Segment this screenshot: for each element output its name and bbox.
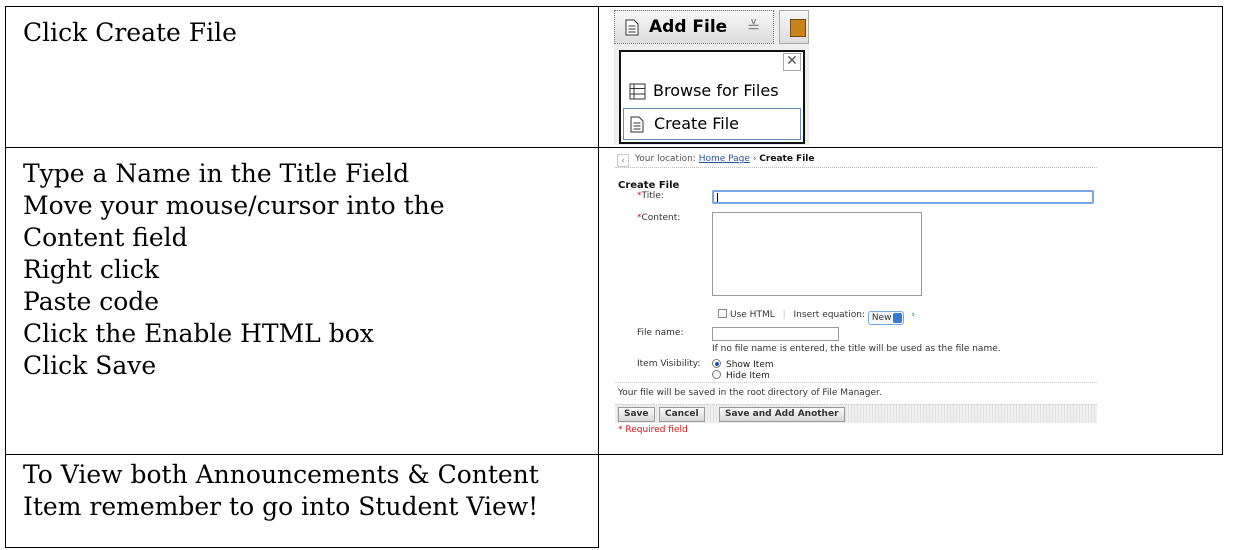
title-label-text: Title: (641, 191, 664, 201)
menu-item-create-file[interactable]: Create File (623, 108, 801, 140)
select-arrow-icon (893, 313, 903, 323)
visibility-label: Item Visibility: (637, 359, 701, 369)
dropdown-caret-icon[interactable]: ≚ (747, 17, 760, 36)
instruction-text: To View both Announcements & Content Ite… (23, 460, 539, 521)
menu-item-browse-for-files[interactable]: Browse for Files (623, 76, 801, 108)
visibility-option-show[interactable]: Show Item (712, 359, 774, 370)
instruction-cell: Click Create File (5, 6, 599, 148)
equation-selected-value: New (871, 313, 892, 323)
next-toolbar-button[interactable] (779, 10, 809, 44)
content-label-text: Content: (641, 213, 681, 223)
add-file-label: Add File (649, 17, 728, 37)
insert-equation-select[interactable]: New (867, 311, 905, 325)
use-html-checkbox[interactable] (718, 309, 727, 318)
content-label: *Content: (637, 213, 680, 223)
breadcrumb-current: Create File (759, 154, 815, 164)
browse-icon (629, 83, 646, 100)
saved-location-note: Your file will be saved in the root dire… (618, 388, 882, 398)
use-html-label: Use HTML (730, 310, 775, 320)
required-field-note: * Required field (618, 425, 688, 435)
form-button-bar: Save Cancel Save and Add Another (615, 404, 1097, 423)
empty-cell (598, 454, 1223, 548)
instruction-text: Click Create File (23, 18, 237, 47)
file-name-input[interactable] (712, 327, 839, 341)
html-options-row: Use HTML | Insert equation: New › (718, 309, 915, 325)
radio-unselected[interactable] (712, 370, 721, 379)
radio-selected[interactable] (712, 359, 721, 368)
title-label: *Title: (637, 191, 664, 201)
document-icon (630, 116, 644, 133)
instruction-cell: To View both Announcements & Content Ite… (5, 454, 599, 548)
breadcrumb-home-link[interactable]: Home Page (699, 154, 750, 164)
cancel-button[interactable]: Cancel (659, 407, 705, 422)
file-name-label: File name: (637, 328, 684, 338)
instruction-cell: Type a Name in the Title Field Move your… (5, 147, 599, 455)
visibility-option-label: Show Item (726, 360, 774, 370)
screenshot-cell: ‹ Your location: Home Page › Create File… (598, 147, 1223, 455)
screenshot-cell: Add File ≚ ✕ Browse for Files Create Fil… (598, 6, 1223, 148)
visibility-option-label: Hide Item (726, 371, 770, 381)
box-icon (790, 19, 806, 37)
breadcrumb-prefix: Your location: (635, 154, 696, 164)
form-heading: Create File (618, 180, 680, 191)
create-file-form-screenshot: ‹ Your location: Home Page › Create File… (615, 153, 1097, 445)
menu-item-label: Create File (654, 114, 740, 133)
add-file-screenshot: Add File ≚ ✕ Browse for Files Create Fil… (614, 10, 809, 145)
breadcrumb-separator: › (752, 154, 757, 164)
save-and-add-another-button[interactable]: Save and Add Another (719, 407, 845, 422)
title-input[interactable] (712, 190, 1094, 204)
breadcrumb-text: Your location: Home Page › Create File (635, 154, 814, 164)
instruction-text: Type a Name in the Title Field Move your… (23, 159, 445, 380)
instructions-table: Click Create File Add File ≚ ✕ Browse fo… (5, 6, 1223, 548)
save-button[interactable]: Save (618, 407, 655, 422)
close-icon[interactable]: ✕ (783, 53, 801, 71)
add-file-button[interactable]: Add File ≚ (614, 10, 774, 44)
document-icon (625, 19, 639, 36)
separator: | (782, 310, 786, 320)
divider (615, 382, 1097, 383)
back-arrow-icon[interactable]: ‹ (617, 154, 629, 167)
visibility-option-hide[interactable]: Hide Item (712, 370, 770, 381)
breadcrumb: ‹ Your location: Home Page › Create File (615, 153, 1097, 168)
content-textarea[interactable] (712, 212, 922, 296)
add-file-dropdown-menu: ✕ Browse for Files Create File (619, 50, 805, 144)
menu-item-label: Browse for Files (653, 81, 779, 100)
go-arrow-icon[interactable]: › (911, 310, 915, 320)
file-name-hint: If no file name is entered, the title wi… (712, 344, 1001, 354)
text-cursor (717, 193, 718, 202)
insert-equation-label: Insert equation: (793, 310, 865, 320)
